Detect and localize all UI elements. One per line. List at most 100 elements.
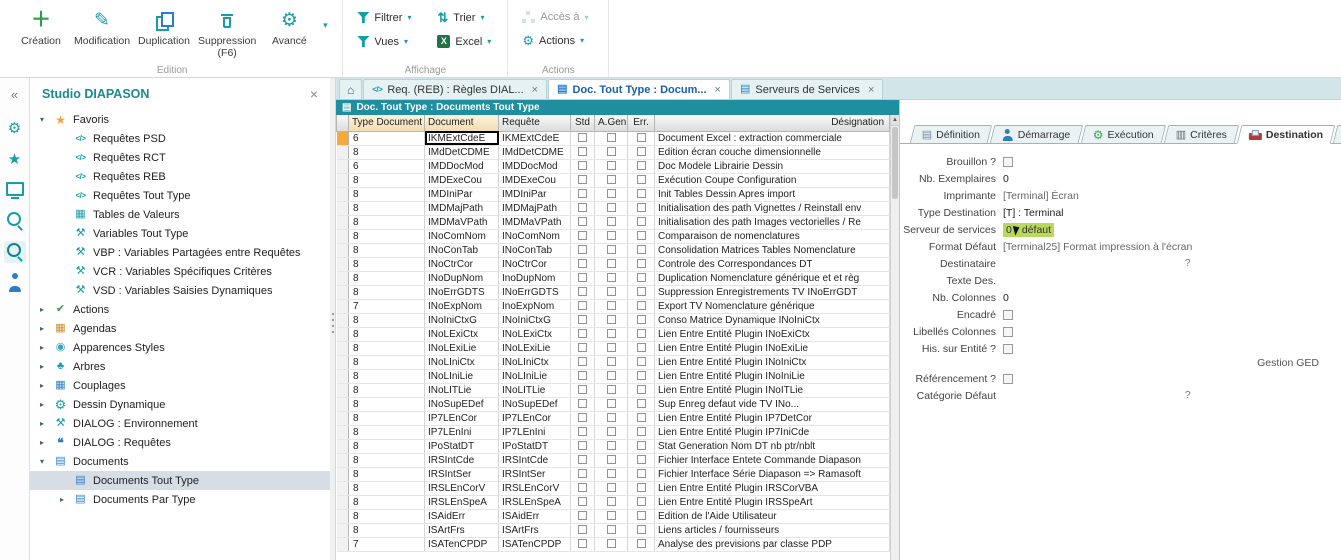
cell-requete[interactable]: IMDMajPath	[499, 201, 571, 215]
cell-agen[interactable]	[595, 481, 628, 495]
cell-agen[interactable]	[595, 411, 628, 425]
checkbox[interactable]	[578, 371, 587, 380]
cell-requete[interactable]: IP7LEnIni	[499, 425, 571, 439]
expander-icon[interactable]: ▸	[40, 324, 52, 333]
checkbox[interactable]	[637, 455, 646, 464]
sidebar-item-vcr-variables-sp-cifiques-crit-res[interactable]: ⚒VCR : Variables Spécifiques Critères	[30, 262, 330, 281]
row-marker[interactable]	[337, 313, 349, 327]
cell-designation[interactable]: Comparaison de nomenclatures	[655, 229, 890, 243]
table-row[interactable]: 8ISArtFrsISArtFrsLiens articles / fourni…	[337, 523, 890, 537]
checkbox[interactable]	[607, 231, 616, 240]
checkbox[interactable]	[578, 217, 587, 226]
cell-document[interactable]: INoSupEDef	[425, 397, 499, 411]
checkbox[interactable]	[607, 511, 616, 520]
table-row[interactable]: 8INoSupEDefINoSupEDefSup Enreg defaut vi…	[337, 397, 890, 411]
cell-requete[interactable]: IKMExtCdeE	[499, 131, 571, 145]
checkbox[interactable]	[607, 469, 616, 478]
cell-std[interactable]	[571, 425, 595, 439]
table-row[interactable]: 8INoErrGDTSINoErrGDTSSuppression Enregis…	[337, 285, 890, 299]
row-marker[interactable]	[337, 495, 349, 509]
row-marker[interactable]	[337, 467, 349, 481]
row-marker[interactable]	[337, 523, 349, 537]
checkbox[interactable]	[607, 175, 616, 184]
cell-std[interactable]	[571, 383, 595, 397]
cell-document[interactable]: IMdDetCDME	[425, 145, 499, 159]
checkbox[interactable]	[578, 133, 587, 142]
cell-agen[interactable]	[595, 453, 628, 467]
cell-requete[interactable]: IRSLEnSpeA	[499, 495, 571, 509]
column-header-requ-te[interactable]: Requête	[499, 115, 571, 131]
cell-std[interactable]	[571, 299, 595, 313]
cell-designation[interactable]: Lien Entre Entité Plugin INoITLie	[655, 383, 890, 397]
checkbox[interactable]	[637, 469, 646, 478]
cell-requete[interactable]: IRSIntSer	[499, 467, 571, 481]
checkbox[interactable]	[607, 539, 616, 548]
cell-err[interactable]	[628, 537, 655, 551]
checkbox[interactable]	[637, 539, 646, 548]
table-row[interactable]: 8IMDExeCouIMDExeCouExécution Coupe Confi…	[337, 173, 890, 187]
cell-std[interactable]	[571, 355, 595, 369]
settings-icon[interactable]: ⚙	[4, 117, 26, 139]
checkbox[interactable]	[578, 497, 587, 506]
cell-type-document[interactable]: 8	[349, 313, 425, 327]
row-marker[interactable]	[337, 411, 349, 425]
cell-designation[interactable]: Initialisation des path Vignettes / Rein…	[655, 201, 890, 215]
cell-type-document[interactable]: 8	[349, 229, 425, 243]
checkbox[interactable]	[637, 399, 646, 408]
checkbox[interactable]	[607, 133, 616, 142]
cell-requete[interactable]: INoLExiLie	[499, 341, 571, 355]
checkbox[interactable]	[578, 399, 587, 408]
cell-document[interactable]: INoLIniCtx	[425, 355, 499, 369]
field-value[interactable]: [T] : Terminal	[1003, 207, 1064, 219]
cell-err[interactable]	[628, 509, 655, 523]
row-marker[interactable]	[337, 383, 349, 397]
cell-document[interactable]: INoExpNom	[425, 299, 499, 313]
sidebar-item-arbres[interactable]: ▸♣Arbres	[30, 357, 330, 376]
cell-err[interactable]	[628, 467, 655, 481]
sidebar-item-documents[interactable]: ▾▤Documents	[30, 452, 330, 471]
table-row[interactable]: 7INoExpNomInoExpNomExport TV Nomenclatur…	[337, 299, 890, 313]
cell-std[interactable]	[571, 369, 595, 383]
checkbox[interactable]	[607, 483, 616, 492]
checkbox[interactable]	[607, 385, 616, 394]
favorites-icon[interactable]: ★	[4, 148, 26, 170]
cell-requete[interactable]: IPoStatDT	[499, 439, 571, 453]
ribbon-button-cr-ation[interactable]: ＋Création	[12, 3, 70, 49]
ribbon-button-actions[interactable]: ⚙Actions▾	[518, 32, 598, 49]
sidebar-item-vsd-variables-saisies-dynamiques[interactable]: ⚒VSD : Variables Saisies Dynamiques	[30, 281, 330, 300]
checkbox[interactable]	[578, 231, 587, 240]
cell-err[interactable]	[628, 131, 655, 145]
cell-document[interactable]: IPoStatDT	[425, 439, 499, 453]
row-marker[interactable]	[337, 187, 349, 201]
cell-agen[interactable]	[595, 355, 628, 369]
cell-err[interactable]	[628, 187, 655, 201]
checkbox[interactable]	[607, 315, 616, 324]
row-marker[interactable]	[337, 145, 349, 159]
cell-agen[interactable]	[595, 509, 628, 523]
cell-type-document[interactable]: 8	[349, 257, 425, 271]
checkbox[interactable]	[637, 413, 646, 422]
cell-err[interactable]	[628, 397, 655, 411]
cell-document[interactable]: IRSIntCde	[425, 453, 499, 467]
cell-agen[interactable]	[595, 495, 628, 509]
cell-err[interactable]	[628, 229, 655, 243]
sidebar-item-apparences-styles[interactable]: ▸◉Apparences Styles	[30, 338, 330, 357]
checkbox[interactable]	[578, 357, 587, 366]
checkbox[interactable]	[637, 329, 646, 338]
checkbox[interactable]	[578, 427, 587, 436]
checkbox[interactable]	[578, 385, 587, 394]
cell-designation[interactable]: Edition écran couche dimensionnelle	[655, 145, 890, 159]
cell-type-document[interactable]: 6	[349, 131, 425, 145]
checkbox[interactable]	[607, 329, 616, 338]
cell-designation[interactable]: Stat Generation Nom DT nb ptr/nblt	[655, 439, 890, 453]
sidebar-item-requ-tes-reb[interactable]: </>Requêtes REB	[30, 167, 330, 186]
cell-type-document[interactable]: 8	[349, 495, 425, 509]
tab-close-icon[interactable]: ×	[868, 84, 874, 96]
search-icon[interactable]	[4, 210, 26, 232]
cell-designation[interactable]: Controle des Correspondances DT	[655, 257, 890, 271]
checkbox[interactable]	[637, 189, 646, 198]
field-value[interactable]: 0	[1003, 173, 1009, 185]
cell-agen[interactable]	[595, 369, 628, 383]
cell-agen[interactable]	[595, 229, 628, 243]
help-icon[interactable]: ?	[1185, 258, 1191, 269]
